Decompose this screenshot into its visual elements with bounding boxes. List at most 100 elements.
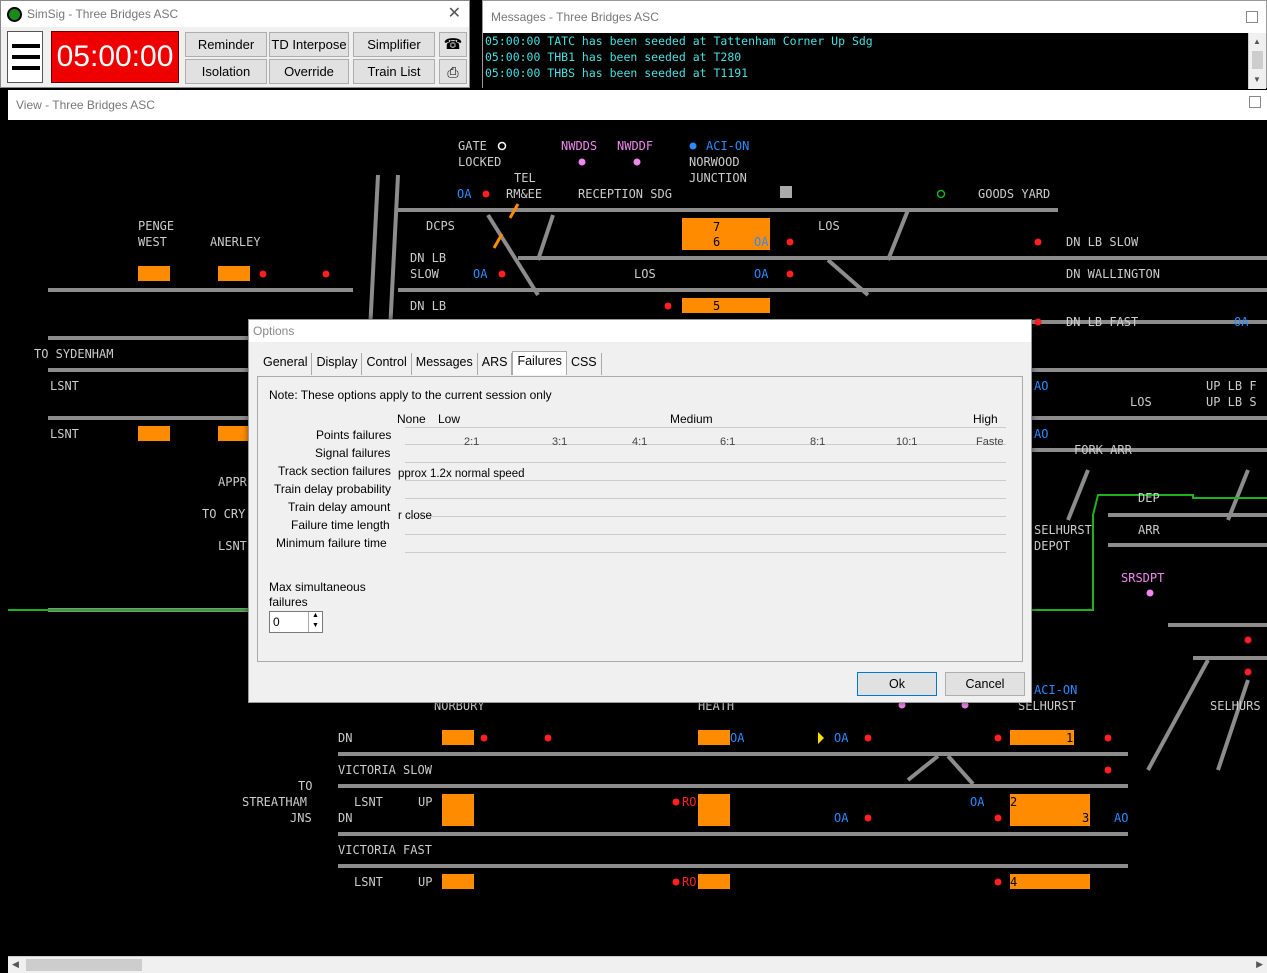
srsdpt-label[interactable]: SRSDPT	[1121, 571, 1164, 585]
maximize-icon[interactable]	[1249, 96, 1261, 108]
spin-down-icon[interactable]: ▼	[308, 622, 322, 632]
max-failures-spinner[interactable]: 0 ▲ ▼	[269, 611, 323, 633]
oa-label[interactable]: OA	[754, 267, 768, 281]
ao-label[interactable]: AO	[1034, 379, 1048, 393]
tab-general[interactable]: General	[259, 353, 313, 375]
tab-ars[interactable]: ARS	[478, 353, 513, 375]
failure-time-length-slider[interactable]	[405, 517, 1006, 535]
ao-label[interactable]: AO	[1114, 811, 1128, 825]
nwddf-label[interactable]: NWDDF	[617, 139, 653, 153]
up-label: UP	[418, 795, 433, 809]
to-label: TO	[298, 779, 313, 793]
message-line: 05:00:00 TATC has been seeded at Tattenh…	[485, 34, 873, 48]
lsnt-label: LSNT	[354, 795, 383, 809]
options-dialog: Options General Display Control Messages…	[248, 319, 1032, 703]
selhurs-label: SELHURS	[1210, 699, 1261, 713]
oa-label[interactable]: OA	[730, 731, 744, 745]
tab-messages[interactable]: Messages	[412, 353, 478, 375]
oa-label[interactable]: OA	[754, 235, 768, 249]
dcps-label: DCPS	[426, 219, 455, 233]
berth-number[interactable]: 5	[713, 299, 720, 313]
session-note: Note: These options apply to the current…	[269, 388, 552, 402]
train-list-button[interactable]: Train List	[353, 59, 435, 84]
cancel-button[interactable]: Cancel	[945, 672, 1025, 696]
victoria-fast-label: VICTORIA FAST	[338, 843, 432, 857]
track-section-failures-label: Track section failures	[278, 464, 391, 478]
oa-label[interactable]: OA	[834, 811, 848, 825]
reminder-button[interactable]: Reminder	[185, 32, 267, 57]
oa-label[interactable]: OA	[457, 187, 471, 201]
messages-titlebar[interactable]: Messages - Three Bridges ASC	[483, 1, 1266, 33]
isolation-button[interactable]: Isolation	[185, 59, 267, 84]
signal-failures-label: Signal failures	[315, 446, 391, 460]
selhurst-label: SELHURST	[1034, 523, 1092, 537]
messages-scrollbar[interactable]: ▲ ▼	[1248, 33, 1266, 89]
printer-icon[interactable]: ⎙	[439, 59, 467, 84]
up-lb-s-label: UP LB S	[1206, 395, 1257, 409]
scale-high: High	[973, 412, 998, 426]
berth-number[interactable]: 2	[1010, 795, 1017, 809]
ok-button[interactable]: Ok	[857, 672, 937, 696]
ro-label[interactable]: RO	[682, 875, 696, 889]
ro-label[interactable]: RO	[682, 795, 696, 809]
aci-on-label[interactable]: ACI-ON	[1034, 683, 1077, 697]
simsig-titlebar[interactable]: SimSig - Three Bridges ASC ✕	[1, 1, 469, 27]
lsnt-label: LSNT	[218, 539, 247, 553]
messages-list[interactable]: 05:00:00 TATC has been seeded at Tattenh…	[483, 33, 1248, 89]
simplifier-button[interactable]: Simplifier	[353, 32, 435, 57]
scale-low: Low	[438, 412, 461, 426]
max-simultaneous-label: Max simultaneous	[269, 580, 366, 594]
tick-label: Faste	[976, 436, 1004, 448]
berth-number[interactable]: 1	[1066, 731, 1073, 745]
to-cry-label: TO CRY	[202, 507, 246, 521]
west-label: WEST	[138, 235, 167, 249]
lsnt-label: LSNT	[50, 427, 79, 441]
oa-label[interactable]: OA	[1234, 315, 1248, 329]
tick-label: 3:1	[552, 436, 568, 448]
td-interpose-button[interactable]: TD Interpose	[269, 32, 349, 57]
dn-lb-slow-label: DN LB SLOW	[1066, 235, 1139, 249]
tab-css[interactable]: CSS	[567, 353, 602, 375]
max-failures-value[interactable]: 0	[273, 615, 280, 629]
tick-label: 10:1	[896, 436, 918, 448]
oa-label[interactable]: OA	[970, 795, 984, 809]
maximize-icon[interactable]	[1246, 11, 1258, 23]
tick-label: 2:1	[464, 436, 480, 448]
menu-button[interactable]	[7, 31, 43, 83]
ao-label[interactable]: AO	[1034, 427, 1048, 441]
failures-label: failures	[269, 595, 308, 609]
los-label: LOS	[818, 219, 840, 233]
scale-none: None	[397, 412, 426, 426]
train-delay-probability-slider[interactable]	[405, 481, 1006, 499]
reception-sdg-label: RECEPTION SDG	[578, 187, 672, 201]
dn-wallington-label: DN WALLINGTON	[1066, 267, 1160, 281]
clock-display[interactable]: 05:00:00	[51, 31, 179, 83]
minimum-failure-time-slider[interactable]	[405, 535, 1006, 553]
tab-failures[interactable]: Failures	[512, 351, 567, 375]
tab-display[interactable]: Display	[312, 353, 363, 375]
options-titlebar[interactable]: Options	[249, 320, 1031, 342]
lsnt-label: LSNT	[50, 379, 79, 393]
berth-number[interactable]: 4	[1010, 875, 1017, 889]
close-icon[interactable]: ✕	[448, 1, 461, 27]
berth-number[interactable]: 3	[1082, 811, 1089, 825]
override-button[interactable]: Override	[269, 59, 349, 84]
berth-number[interactable]: 6	[713, 235, 720, 249]
spin-up-icon[interactable]: ▲	[308, 612, 322, 622]
train-delay-amount-slider[interactable]	[405, 499, 1006, 517]
oa-label[interactable]: OA	[473, 267, 487, 281]
minimum-failure-time-label: Minimum failure time	[276, 536, 387, 550]
telephone-icon[interactable]: ☎	[439, 32, 467, 57]
view-horizontal-scrollbar[interactable]: ◀ ▶	[8, 956, 1267, 973]
gate-label: GATE	[458, 139, 487, 153]
tick-label: 6:1	[720, 436, 736, 448]
tab-control[interactable]: Control	[362, 353, 412, 375]
message-line: 05:00:00 THB1 has been seeded at T280	[485, 50, 742, 64]
locked-label: LOCKED	[458, 155, 502, 169]
dep-label: DEP	[1138, 491, 1160, 505]
oa-label[interactable]: OA	[834, 731, 848, 745]
nwdds-label[interactable]: NWDDS	[561, 139, 597, 153]
view-titlebar[interactable]: View - Three Bridges ASC	[8, 90, 1267, 120]
berth-number[interactable]: 7	[713, 220, 720, 234]
aci-on-label[interactable]: ACI-ON	[706, 139, 749, 153]
